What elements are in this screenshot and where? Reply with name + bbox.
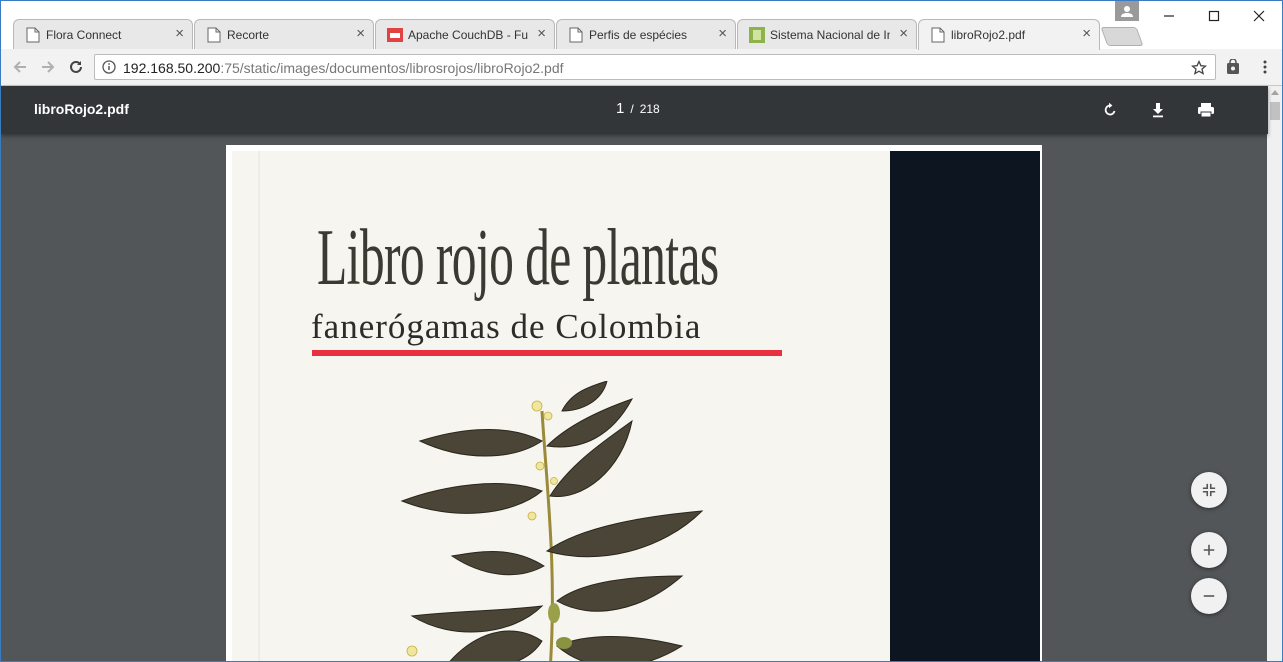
cover-red-rule <box>312 350 782 356</box>
page-icon <box>569 27 583 43</box>
close-tab-icon[interactable]: × <box>899 26 908 42</box>
kebab-menu-icon <box>1263 60 1267 74</box>
page-separator: / <box>630 102 634 116</box>
extension-button[interactable] <box>1222 56 1244 78</box>
tab-perfis-de-especies[interactable]: Perfis de espécies × <box>556 19 736 49</box>
extension-icon <box>1227 59 1239 74</box>
info-icon[interactable] <box>102 60 116 74</box>
menu-button[interactable] <box>1254 56 1276 78</box>
url-path: :75/static/images/documentos/librosrojos… <box>220 60 564 76</box>
tab-title: Apache CouchDB - Fut <box>408 28 528 42</box>
profile-button[interactable] <box>1115 1 1139 21</box>
browser-window: Flora Connect × Recorte × Apache CouchDB… <box>0 0 1283 662</box>
url-host: 192.168.50.200 <box>123 60 221 76</box>
close-tab-icon[interactable]: × <box>537 26 546 42</box>
tab-recorte[interactable]: Recorte × <box>194 19 374 49</box>
tab-title: Sistema Nacional de In <box>770 28 890 42</box>
plus-icon <box>1203 544 1215 556</box>
arrow-left-icon <box>13 61 26 73</box>
print-button[interactable] <box>1194 98 1218 122</box>
close-tab-icon[interactable]: × <box>356 26 365 42</box>
plant-illustration <box>400 381 704 661</box>
zoom-in-button[interactable] <box>1191 532 1227 568</box>
user-icon <box>1121 6 1133 17</box>
close-tab-icon[interactable]: × <box>175 26 184 42</box>
rotate-icon <box>1104 102 1116 116</box>
browser-toolbar: 192.168.50.200:75/static/images/document… <box>1 49 1282 86</box>
address-bar[interactable]: 192.168.50.200:75/static/images/document… <box>94 54 1216 80</box>
cover-dark-band <box>890 151 1040 661</box>
page-indicator: 1 / 218 <box>616 100 660 117</box>
minimize-icon <box>1164 15 1174 17</box>
sib-icon <box>749 27 765 43</box>
cover-subtitle: fanerógamas de Colombia <box>311 307 702 346</box>
star-icon[interactable] <box>1191 60 1207 76</box>
download-button[interactable] <box>1146 98 1170 122</box>
page-icon <box>931 27 945 43</box>
tab-flora-connect[interactable]: Flora Connect × <box>13 19 193 49</box>
print-icon <box>1198 103 1214 118</box>
current-page-input[interactable]: 1 <box>616 100 624 117</box>
fit-page-icon <box>1202 483 1216 497</box>
close-tab-icon[interactable]: × <box>718 26 727 42</box>
scroll-thumb[interactable] <box>1270 102 1280 120</box>
tab-title: Perfis de espécies <box>589 28 688 42</box>
reload-button[interactable] <box>65 56 87 78</box>
reload-icon <box>70 60 82 73</box>
page-icon <box>207 27 221 43</box>
maximize-button[interactable] <box>1200 5 1228 27</box>
pdf-toolbar: libroRojo2.pdf 1 / 218 <box>1 86 1268 134</box>
scroll-up-arrow-icon[interactable] <box>1271 90 1279 95</box>
couchdb-icon <box>387 28 403 42</box>
rotate-button[interactable] <box>1098 98 1122 122</box>
forward-button[interactable] <box>37 56 59 78</box>
tab-libro-rojo-pdf[interactable]: libroRojo2.pdf × <box>918 19 1100 50</box>
pdf-file-title: libroRojo2.pdf <box>34 101 129 117</box>
pdf-page: Libro rojo de plantas fanerógamas de Col… <box>226 145 1042 661</box>
fit-to-page-button[interactable] <box>1191 472 1227 508</box>
minus-icon <box>1203 595 1215 597</box>
url-text[interactable]: 192.168.50.200:75/static/images/document… <box>123 60 564 76</box>
tab-strip: Flora Connect × Recorte × Apache CouchDB… <box>1 1 1282 50</box>
zoom-out-button[interactable] <box>1191 578 1227 614</box>
arrow-right-icon <box>42 61 55 73</box>
close-tab-icon[interactable]: × <box>1082 26 1091 42</box>
new-tab-button[interactable] <box>1100 27 1144 46</box>
tab-title: Recorte <box>227 28 270 42</box>
maximize-icon <box>1208 10 1220 22</box>
tab-apache-couchdb[interactable]: Apache CouchDB - Fut × <box>375 19 555 49</box>
tab-title: Flora Connect <box>46 28 122 42</box>
close-icon <box>1253 10 1265 22</box>
download-icon <box>1153 103 1163 118</box>
page-icon <box>26 27 40 43</box>
minimize-button[interactable] <box>1155 5 1183 27</box>
tab-sistema-nacional[interactable]: Sistema Nacional de In × <box>737 19 917 49</box>
book-cover: Libro rojo de plantas fanerógamas de Col… <box>232 151 1040 661</box>
cover-title: Libro rojo de plantas <box>317 214 719 302</box>
total-pages: 218 <box>639 102 660 116</box>
cover-edge-line <box>258 151 260 661</box>
close-window-button[interactable] <box>1245 5 1273 27</box>
tab-title: libroRojo2.pdf <box>951 28 1026 42</box>
back-button[interactable] <box>9 56 31 78</box>
vertical-scrollbar[interactable] <box>1267 86 1282 661</box>
